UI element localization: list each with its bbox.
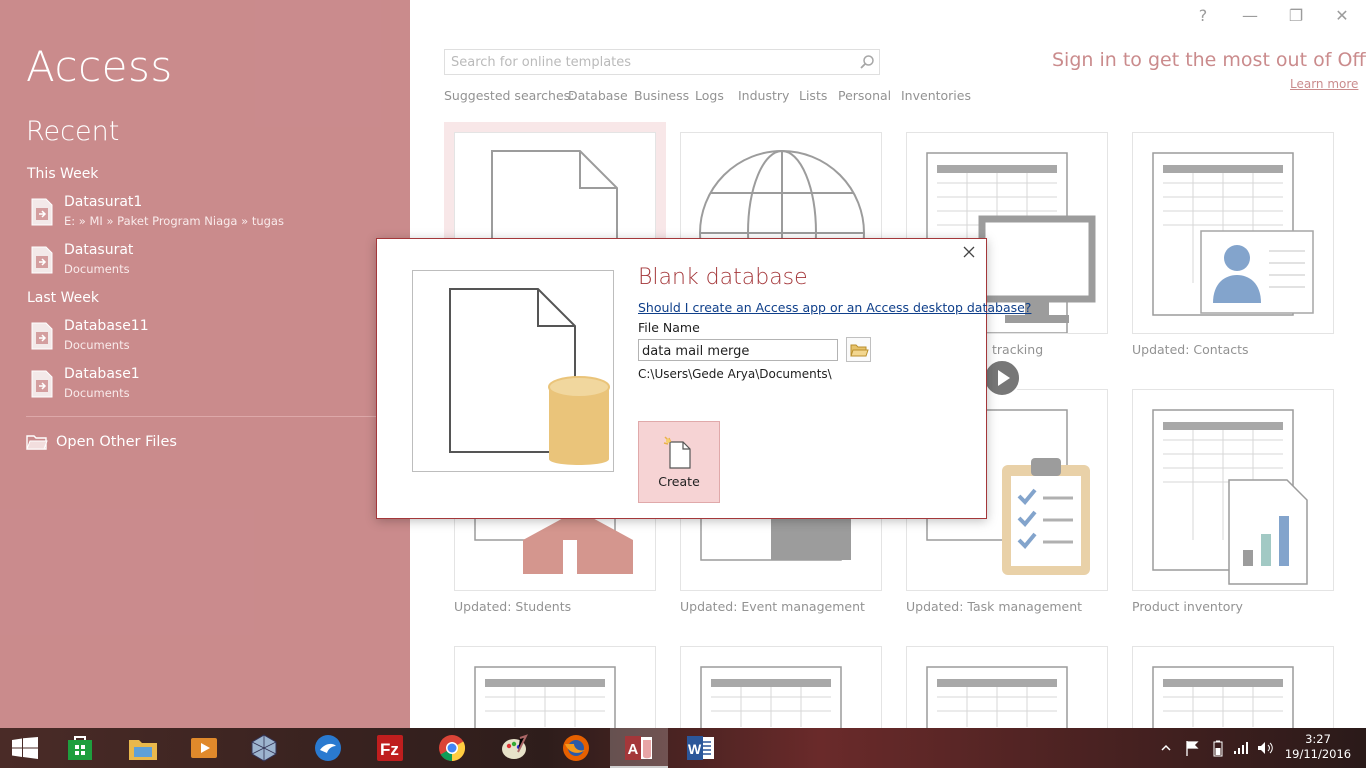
create-button-label: Create: [658, 474, 700, 489]
taskbar-app-word[interactable]: W: [672, 728, 730, 768]
blank-database-dialog: Blank database Should I create an Access…: [376, 238, 1031, 519]
file-name-label: File Name: [638, 320, 700, 335]
taskbar-app-file-explorer[interactable]: [114, 728, 172, 768]
access-icon: A: [625, 736, 652, 760]
browse-folder-button[interactable]: [846, 337, 871, 362]
taskbar-app-bird[interactable]: [300, 728, 358, 768]
help-link[interactable]: Should I create an Access app or an Acce…: [638, 300, 1031, 315]
system-clock[interactable]: 3:27 19/11/2016: [1284, 732, 1352, 762]
folder-icon: [850, 344, 869, 357]
taskbar-app-media-player[interactable]: [176, 728, 234, 768]
clock-date: 19/11/2016: [1284, 747, 1352, 761]
taskbar-app-chrome[interactable]: [424, 728, 482, 768]
file-name-field-box: [638, 339, 838, 362]
windows-logo-icon: [12, 737, 38, 759]
dialog-title: Blank database: [638, 265, 808, 290]
clock-time: 3:27: [1305, 732, 1331, 746]
filezilla-icon: Fz: [377, 735, 403, 761]
paint-icon: [502, 734, 528, 759]
svg-text:Fz: Fz: [380, 740, 399, 759]
volume-icon[interactable]: [1256, 740, 1274, 756]
virtualbox-icon: [251, 734, 277, 762]
blank-database-icon: [449, 288, 610, 465]
store-icon: [68, 736, 92, 760]
create-button[interactable]: Create: [638, 421, 720, 503]
media-player-icon: [191, 738, 217, 758]
new-file-icon: [663, 436, 691, 469]
chrome-icon: [439, 735, 466, 762]
close-icon[interactable]: [960, 243, 978, 261]
taskbar-app-access[interactable]: A: [610, 728, 668, 768]
blank-database-preview: [412, 270, 614, 472]
taskbar-app-virtualbox[interactable]: [236, 728, 294, 768]
battery-icon[interactable]: [1212, 740, 1224, 758]
action-center-flag-icon[interactable]: [1184, 740, 1200, 756]
play-icon[interactable]: [982, 358, 1022, 398]
save-path: C:\Users\Gede Arya\Documents\: [638, 367, 832, 381]
taskbar-app-paint[interactable]: [486, 728, 544, 768]
signal-icon[interactable]: [1232, 740, 1250, 756]
svg-text:A: A: [628, 741, 639, 758]
file-explorer-icon: [129, 740, 157, 760]
start-button[interactable]: [0, 728, 50, 768]
svg-text:W: W: [688, 741, 702, 757]
taskbar: Fz A W 3:27 19/11/2016: [0, 728, 1366, 768]
taskbar-app-firefox[interactable]: [548, 728, 606, 768]
word-icon: W: [687, 736, 714, 760]
firefox-icon: [563, 735, 589, 761]
show-hidden-icons-icon[interactable]: [1160, 742, 1172, 754]
taskbar-app-filezilla[interactable]: Fz: [362, 728, 420, 768]
taskbar-app-store[interactable]: [52, 728, 110, 768]
file-name-input[interactable]: [639, 341, 837, 362]
bird-app-icon: [315, 735, 341, 761]
